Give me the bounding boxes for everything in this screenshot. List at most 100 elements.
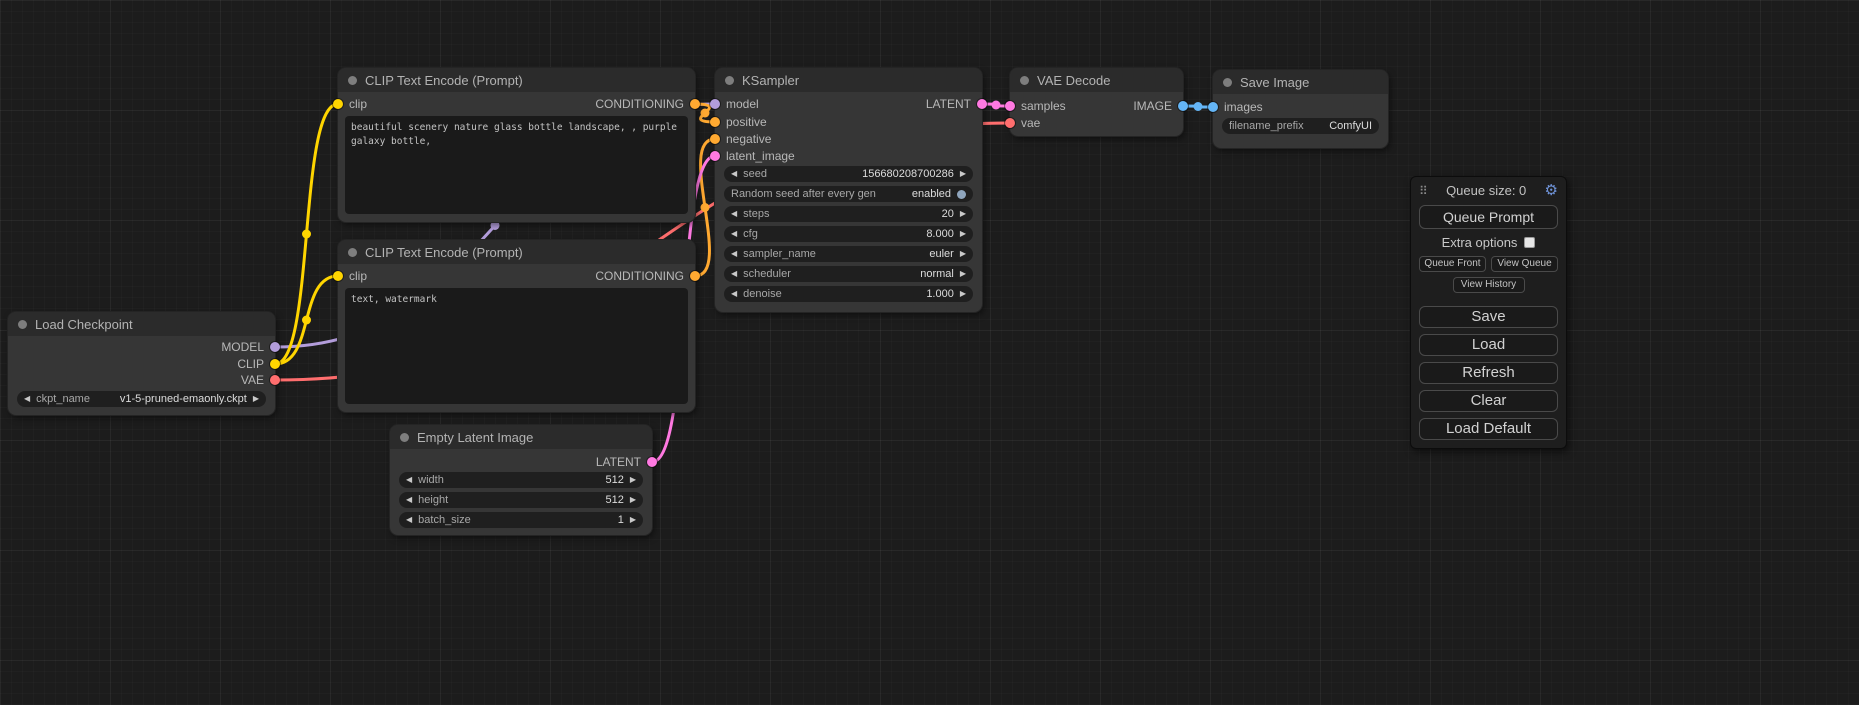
decrement-arrow-icon[interactable]: ◀: [24, 395, 30, 403]
slot-dot-conditioning[interactable]: [690, 99, 700, 109]
input-slot-samples[interactable]: samples: [1005, 99, 1066, 113]
increment-arrow-icon[interactable]: ▶: [630, 476, 636, 484]
refresh-button[interactable]: Refresh: [1419, 362, 1558, 384]
widget-scheduler[interactable]: ◀ scheduler normal ▶: [724, 266, 973, 282]
load-button[interactable]: Load: [1419, 334, 1558, 356]
input-slot-positive[interactable]: positive: [710, 115, 767, 129]
slot-dot-vae[interactable]: [1005, 118, 1015, 128]
node-clip-text-encode-positive[interactable]: CLIP Text Encode (Prompt) clip CONDITION…: [338, 68, 695, 222]
view-queue-button[interactable]: View Queue: [1491, 256, 1558, 272]
decrement-arrow-icon[interactable]: ◀: [406, 476, 412, 484]
output-slot-latent[interactable]: LATENT: [596, 455, 657, 469]
widget-random-seed-toggle[interactable]: Random seed after every gen enabled: [724, 186, 973, 202]
increment-arrow-icon[interactable]: ▶: [630, 496, 636, 504]
slot-dot-conditioning[interactable]: [690, 271, 700, 281]
decrement-arrow-icon[interactable]: ◀: [406, 516, 412, 524]
slot-dot-conditioning[interactable]: [710, 117, 720, 127]
widget-steps[interactable]: ◀ steps 20 ▶: [724, 206, 973, 222]
widget-width[interactable]: ◀ width 512 ▶: [399, 472, 643, 488]
widget-batch-size[interactable]: ◀ batch_size 1 ▶: [399, 512, 643, 528]
node-title-bar[interactable]: VAE Decode: [1010, 68, 1183, 92]
output-slot-clip[interactable]: CLIP: [237, 357, 280, 371]
widget-seed[interactable]: ◀ seed 156680208700286 ▶: [724, 166, 973, 182]
slot-dot-model[interactable]: [270, 342, 280, 352]
slot-dot-clip[interactable]: [333, 271, 343, 281]
input-slot-images[interactable]: images: [1208, 100, 1263, 114]
output-slot-vae[interactable]: VAE: [241, 373, 280, 387]
input-slot-clip[interactable]: clip: [333, 97, 367, 111]
view-history-button[interactable]: View History: [1453, 277, 1525, 293]
collapse-dot-icon[interactable]: [725, 76, 734, 85]
output-slot-image[interactable]: IMAGE: [1133, 99, 1188, 113]
node-save-image[interactable]: Save Image images filename_prefix ComfyU…: [1213, 70, 1388, 148]
widget-filename-prefix[interactable]: filename_prefix ComfyUI: [1222, 118, 1379, 134]
slot-dot-latent[interactable]: [977, 99, 987, 109]
slot-dot-vae[interactable]: [270, 375, 280, 385]
output-slot-conditioning[interactable]: CONDITIONING: [595, 269, 700, 283]
node-vae-decode[interactable]: VAE Decode samples vae IMAGE: [1010, 68, 1183, 136]
node-empty-latent-image[interactable]: Empty Latent Image LATENT ◀ width 512 ▶ …: [390, 425, 652, 535]
input-slot-latent-image[interactable]: latent_image: [710, 149, 795, 163]
extra-options-checkbox[interactable]: [1524, 237, 1535, 248]
save-button[interactable]: Save: [1419, 306, 1558, 328]
slot-dot-model[interactable]: [710, 99, 720, 109]
increment-arrow-icon[interactable]: ▶: [960, 210, 966, 218]
node-title-bar[interactable]: CLIP Text Encode (Prompt): [338, 240, 695, 264]
slot-dot-clip[interactable]: [270, 359, 280, 369]
node-title-bar[interactable]: Empty Latent Image: [390, 425, 652, 449]
node-title-bar[interactable]: CLIP Text Encode (Prompt): [338, 68, 695, 92]
positive-prompt-textarea[interactable]: beautiful scenery nature glass bottle la…: [345, 116, 688, 214]
load-default-button[interactable]: Load Default: [1419, 418, 1558, 440]
widget-cfg[interactable]: ◀ cfg 8.000 ▶: [724, 226, 973, 242]
clear-button[interactable]: Clear: [1419, 390, 1558, 412]
slot-dot-conditioning[interactable]: [710, 134, 720, 144]
input-slot-vae[interactable]: vae: [1005, 116, 1040, 130]
widget-ckpt-name[interactable]: ◀ ckpt_name v1-5-pruned-emaonly.ckpt ▶: [17, 391, 266, 407]
node-load-checkpoint[interactable]: Load Checkpoint MODEL CLIP VAE ◀ ckpt_na…: [8, 312, 275, 415]
output-slot-conditioning[interactable]: CONDITIONING: [595, 97, 700, 111]
collapse-dot-icon[interactable]: [348, 76, 357, 85]
decrement-arrow-icon[interactable]: ◀: [731, 290, 737, 298]
slot-dot-image[interactable]: [1178, 101, 1188, 111]
node-clip-text-encode-negative[interactable]: CLIP Text Encode (Prompt) clip CONDITION…: [338, 240, 695, 412]
queue-front-button[interactable]: Queue Front: [1419, 256, 1486, 272]
collapse-dot-icon[interactable]: [1020, 76, 1029, 85]
collapse-dot-icon[interactable]: [1223, 78, 1232, 87]
increment-arrow-icon[interactable]: ▶: [960, 230, 966, 238]
collapse-dot-icon[interactable]: [348, 248, 357, 257]
output-slot-model[interactable]: MODEL: [221, 340, 280, 354]
slot-dot-latent[interactable]: [1005, 101, 1015, 111]
settings-gear-icon[interactable]: ⚙: [1545, 183, 1558, 198]
decrement-arrow-icon[interactable]: ◀: [731, 270, 737, 278]
collapse-dot-icon[interactable]: [400, 433, 409, 442]
collapse-dot-icon[interactable]: [18, 320, 27, 329]
decrement-arrow-icon[interactable]: ◀: [731, 250, 737, 258]
widget-sampler-name[interactable]: ◀ sampler_name euler ▶: [724, 246, 973, 262]
increment-arrow-icon[interactable]: ▶: [253, 395, 259, 403]
decrement-arrow-icon[interactable]: ◀: [731, 170, 737, 178]
widget-denoise[interactable]: ◀ denoise 1.000 ▶: [724, 286, 973, 302]
increment-arrow-icon[interactable]: ▶: [960, 270, 966, 278]
decrement-arrow-icon[interactable]: ◀: [406, 496, 412, 504]
increment-arrow-icon[interactable]: ▶: [630, 516, 636, 524]
decrement-arrow-icon[interactable]: ◀: [731, 230, 737, 238]
input-slot-clip[interactable]: clip: [333, 269, 367, 283]
increment-arrow-icon[interactable]: ▶: [960, 250, 966, 258]
queue-prompt-button[interactable]: Queue Prompt: [1419, 205, 1558, 229]
drag-handle-icon[interactable]: ⠿: [1419, 184, 1428, 198]
slot-dot-clip[interactable]: [333, 99, 343, 109]
toggle-dot-icon[interactable]: [957, 190, 966, 199]
slot-dot-image[interactable]: [1208, 102, 1218, 112]
decrement-arrow-icon[interactable]: ◀: [731, 210, 737, 218]
input-slot-negative[interactable]: negative: [710, 132, 771, 146]
increment-arrow-icon[interactable]: ▶: [960, 170, 966, 178]
slot-dot-latent[interactable]: [647, 457, 657, 467]
node-title-bar[interactable]: KSampler: [715, 68, 982, 92]
increment-arrow-icon[interactable]: ▶: [960, 290, 966, 298]
input-slot-model[interactable]: model: [710, 97, 759, 111]
node-graph-canvas[interactable]: Load Checkpoint MODEL CLIP VAE ◀ ckpt_na…: [0, 0, 1859, 705]
node-title-bar[interactable]: Load Checkpoint: [8, 312, 275, 336]
negative-prompt-textarea[interactable]: text, watermark: [345, 288, 688, 404]
node-title-bar[interactable]: Save Image: [1213, 70, 1388, 94]
node-ksampler[interactable]: KSampler model positive negative latent_…: [715, 68, 982, 312]
